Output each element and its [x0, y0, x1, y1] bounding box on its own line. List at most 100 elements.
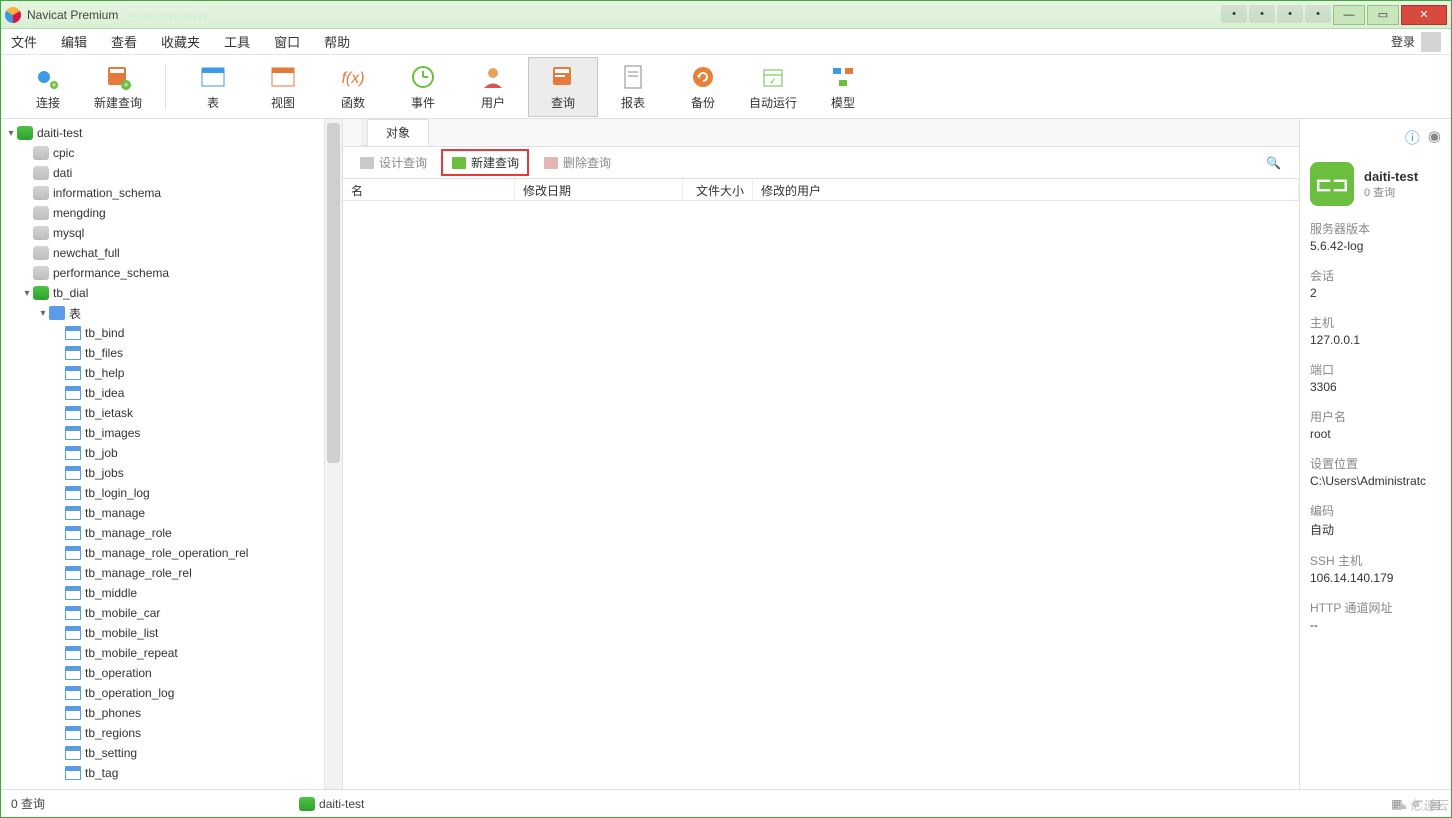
tree-scrollbar[interactable] [324, 119, 342, 789]
delete-query-button[interactable]: 删除查询 [535, 151, 619, 174]
app-title: Navicat Premium [27, 8, 118, 22]
tree-table-tb_manage_role_operation_rel[interactable]: ▸tb_manage_role_operation_rel [1, 543, 324, 563]
tab-objects[interactable]: 对象 [367, 119, 429, 146]
toolbar-user[interactable]: 用户 [458, 57, 528, 117]
menu-view[interactable]: 查看 [111, 32, 137, 51]
tree-table-tb_jobs[interactable]: ▸tb_jobs [1, 463, 324, 483]
list-body[interactable] [343, 201, 1299, 789]
tab-label: 对象 [386, 124, 410, 141]
tree-item-icon [65, 386, 81, 400]
tree-table-tb_regions[interactable]: ▸tb_regions [1, 723, 324, 743]
info-kv: 会话2 [1310, 267, 1441, 300]
connection-tree[interactable]: ▾daiti-test▸cpic▸dati▸information_schema… [1, 119, 324, 789]
col-size[interactable]: 文件大小 [683, 179, 753, 200]
tree-db-newchat_full[interactable]: ▸newchat_full [1, 243, 324, 263]
design-query-button[interactable]: 设计查询 [351, 151, 435, 174]
aux-button-2[interactable]: • [1249, 5, 1275, 23]
col-modified[interactable]: 修改日期 [515, 179, 683, 200]
tree-db-information_schema[interactable]: ▸information_schema [1, 183, 324, 203]
tree-table-tb_manage_role_rel[interactable]: ▸tb_manage_role_rel [1, 563, 324, 583]
watermark-text: 亿速云 [1409, 795, 1448, 814]
tree-connection[interactable]: ▾daiti-test [1, 123, 324, 143]
tree-item-label: tb_job [85, 446, 118, 460]
toolbar-auto[interactable]: ✓自动运行 [738, 57, 808, 117]
caret-icon[interactable]: ▾ [21, 288, 33, 299]
tree-table-tb_middle[interactable]: ▸tb_middle [1, 583, 324, 603]
menu-help[interactable]: 帮助 [324, 32, 350, 51]
toolbar-query[interactable]: 查询 [528, 57, 598, 117]
aux-button-3[interactable]: • [1277, 5, 1303, 23]
toolbar-label: 函数 [341, 94, 365, 111]
toolbar-backup[interactable]: 备份 [668, 57, 738, 117]
plug-icon: + [34, 63, 62, 91]
toolbar-fx[interactable]: f(x)函数 [318, 57, 388, 117]
tree-table-tb_manage_role[interactable]: ▸tb_manage_role [1, 523, 324, 543]
tree-table-tb_operation_log[interactable]: ▸tb_operation_log [1, 683, 324, 703]
tree-table-tb_manage[interactable]: ▸tb_manage [1, 503, 324, 523]
tree-table-tb_bind[interactable]: ▸tb_bind [1, 323, 324, 343]
menu-tools[interactable]: 工具 [224, 32, 250, 51]
menu-file[interactable]: 文件 [11, 32, 37, 51]
scroll-thumb[interactable] [327, 123, 340, 463]
tree-table-tb_job[interactable]: ▸tb_job [1, 443, 324, 463]
tree-table-tb_ietask[interactable]: ▸tb_ietask [1, 403, 324, 423]
tree-db-cpic[interactable]: ▸cpic [1, 143, 324, 163]
close-button[interactable]: ✕ [1401, 5, 1447, 25]
tree-item-icon [65, 466, 81, 480]
tree-table-tb_mobile_car[interactable]: ▸tb_mobile_car [1, 603, 324, 623]
tree-table-tb_mobile_repeat[interactable]: ▸tb_mobile_repeat [1, 643, 324, 663]
tree-db-dati[interactable]: ▸dati [1, 163, 324, 183]
menu-window[interactable]: 窗口 [274, 32, 300, 51]
col-name[interactable]: 名 [343, 179, 515, 200]
info-value: 2 [1310, 286, 1441, 300]
caret-icon[interactable]: ▾ [5, 128, 17, 139]
tree-item-label: tb_dial [53, 286, 88, 300]
svg-text:✓: ✓ [769, 76, 777, 86]
toolbar-view[interactable]: 视图 [248, 57, 318, 117]
toolbar-report[interactable]: 报表 [598, 57, 668, 117]
info-kv: 编码自动 [1310, 502, 1441, 538]
tree-table-tb_help[interactable]: ▸tb_help [1, 363, 324, 383]
tree-table-tb_mobile_list[interactable]: ▸tb_mobile_list [1, 623, 324, 643]
tree-table-tb_phones[interactable]: ▸tb_phones [1, 703, 324, 723]
col-user[interactable]: 修改的用户 [753, 179, 1299, 200]
search-icon[interactable]: 🔍 [1256, 156, 1291, 170]
tree-table-tb_files[interactable]: ▸tb_files [1, 343, 324, 363]
tree-table-tb_login_log[interactable]: ▸tb_login_log [1, 483, 324, 503]
tree-table-tb_idea[interactable]: ▸tb_idea [1, 383, 324, 403]
svg-text:+: + [123, 80, 128, 90]
tree-item-icon [65, 586, 81, 600]
toolbar-new-query[interactable]: +新建查询 [83, 57, 153, 117]
aux-button-1[interactable]: • [1221, 5, 1247, 23]
login-link[interactable]: 登录 [1391, 33, 1415, 50]
tree-db-open[interactable]: ▾ tb_dial [1, 283, 324, 303]
avatar-icon[interactable] [1421, 32, 1441, 52]
toolbar-model[interactable]: 模型 [808, 57, 878, 117]
maximize-button[interactable]: ▭ [1367, 5, 1399, 25]
tree-item-label: tb_idea [85, 386, 124, 400]
aux-button-4[interactable]: • [1305, 5, 1331, 23]
toolbar-plug[interactable]: +连接 [13, 57, 83, 117]
tree-db-performance_schema[interactable]: ▸performance_schema [1, 263, 324, 283]
caret-icon[interactable]: ▾ [37, 308, 49, 319]
main-area: 对象 设计查询 新建查询 删除查询 🔍 名 修改日期 [343, 119, 1299, 789]
tree-table-tb_setting[interactable]: ▸tb_setting [1, 743, 324, 763]
tree-item-label: mysql [53, 226, 84, 240]
tree-db-mysql[interactable]: ▸mysql [1, 223, 324, 243]
tree-table-tb_tag[interactable]: ▸tb_tag [1, 763, 324, 783]
eye-icon[interactable]: ◉ [1428, 127, 1441, 148]
tree-tables-node[interactable]: ▾表 [1, 303, 324, 323]
new-query-button[interactable]: 新建查询 [441, 149, 529, 176]
status-connection[interactable]: daiti-test [299, 797, 364, 811]
menu-favorites[interactable]: 收藏夹 [161, 32, 200, 51]
menu-edit[interactable]: 编辑 [61, 32, 87, 51]
tree-db-mengding[interactable]: ▸mengding [1, 203, 324, 223]
user-icon [479, 63, 507, 91]
tree-item-icon [65, 486, 81, 500]
toolbar-clock[interactable]: 事件 [388, 57, 458, 117]
toolbar-table[interactable]: 表 [178, 57, 248, 117]
minimize-button[interactable]: — [1333, 5, 1365, 25]
tree-table-tb_images[interactable]: ▸tb_images [1, 423, 324, 443]
info-icon[interactable]: ⓘ [1405, 127, 1420, 148]
tree-table-tb_operation[interactable]: ▸tb_operation [1, 663, 324, 683]
